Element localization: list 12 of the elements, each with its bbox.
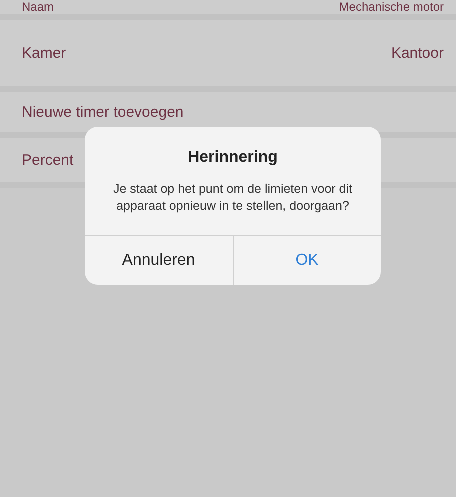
- row-value: Mechanische motor: [339, 0, 444, 14]
- alert-title: Herinnering: [187, 149, 279, 167]
- row-label: Naam: [22, 0, 54, 14]
- row-label: Nieuwe timer toevoegen: [22, 104, 184, 120]
- row-label: Percent: [22, 152, 74, 168]
- alert-button[interactable]: OK: [232, 236, 381, 285]
- alert-button[interactable]: Annuleren: [85, 236, 232, 285]
- row-value: Kantoor: [391, 44, 444, 62]
- row-label: Kamer: [22, 44, 66, 62]
- alert-message: Je staat op het punt om de limieten voor dit apparaat opnieuw in te stellen, doorgaan?: [112, 181, 354, 215]
- settings-row[interactable]: Kamer Kantoor: [0, 20, 456, 92]
- settings-row[interactable]: Naam Mechanische motor: [0, 0, 456, 20]
